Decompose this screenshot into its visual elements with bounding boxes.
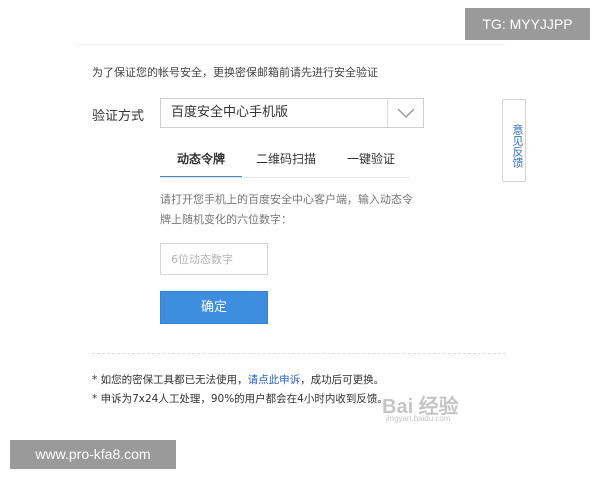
tab-one-key-verify[interactable]: 一键验证 <box>335 146 407 176</box>
top-divider <box>75 44 505 45</box>
verification-method-select[interactable]: 百度安全中心手机版 <box>160 98 424 128</box>
appeal-link[interactable]: 请点此申诉 <box>248 374 301 386</box>
tab-dynamic-token[interactable]: 动态令牌 <box>160 146 242 178</box>
tab-qr-scan[interactable]: 二维码扫描 <box>250 146 322 176</box>
notes-divider <box>92 353 506 354</box>
page: TG: MYYJJPP 为了保证您的帐号安全，更换密保邮箱前请先进行安全验证 验… <box>0 0 600 480</box>
site-badge: www.pro-kfa8.com <box>10 440 176 469</box>
note-appeal-timing: * 申诉为7x24人工处理，90%的用户都会在4小时内收到反馈。 <box>92 393 388 405</box>
watermark-url: jingyan.baidu.com <box>386 414 451 423</box>
chevron-down-icon[interactable] <box>387 99 423 127</box>
dynamic-code-input[interactable] <box>160 243 268 275</box>
verification-method-label: 验证方式 <box>92 109 145 124</box>
note-appeal-suffix: ，成功后可更换。 <box>300 374 385 386</box>
note-appeal: * 如您的密保工具都已无法使用，请点此申诉，成功后可更换。 <box>92 372 384 387</box>
tabs-divider <box>160 177 410 178</box>
token-instruction: 请打开您手机上的百度安全中心客户端，输入动态令牌上随机变化的六位数字： <box>160 193 413 226</box>
confirm-button[interactable]: 确定 <box>160 291 268 324</box>
verification-tabs: 动态令牌 二维码扫描 一键验证 <box>160 146 410 178</box>
tg-badge: TG: MYYJJPP <box>465 8 590 40</box>
feedback-tab[interactable]: 意见反馈 <box>502 99 526 182</box>
note-appeal-prefix: * 如您的密保工具都已无法使用， <box>92 374 248 386</box>
security-intro-text: 为了保证您的帐号安全，更换密保邮箱前请先进行安全验证 <box>92 66 378 79</box>
verification-method-value: 百度安全中心手机版 <box>171 105 289 120</box>
baidu-jingyan-watermark: Bai 经验 jingyan.baidu.com <box>382 390 512 430</box>
